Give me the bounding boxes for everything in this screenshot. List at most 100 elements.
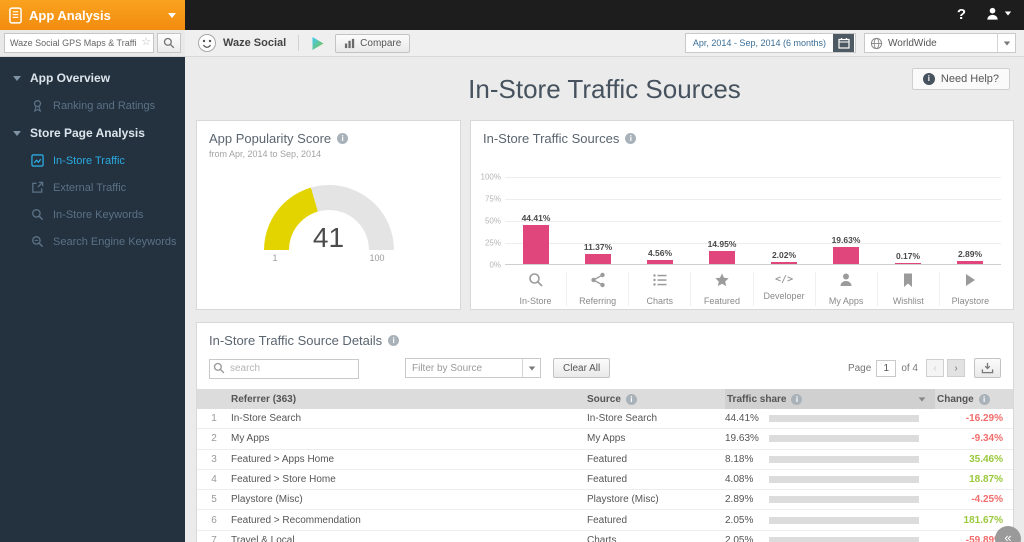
- traffic-share-cell: 8.18%: [725, 454, 935, 465]
- change-cell: 18.87%: [969, 474, 1003, 486]
- table-row[interactable]: 3 Featured > Apps Home Featured 8.18% 35…: [197, 449, 1013, 470]
- change-cell: 35.46%: [969, 453, 1003, 465]
- need-help-button[interactable]: Need Help?: [911, 68, 1010, 90]
- bar-my-apps[interactable]: [833, 246, 859, 264]
- info-icon: [922, 73, 935, 85]
- chevron-down-icon[interactable]: [997, 34, 1015, 52]
- category-featured: Featured: [690, 272, 752, 306]
- table-header: Referrer (363) Source Traffic share Chan…: [197, 389, 1013, 409]
- bar-value-label: 2.02%: [771, 250, 797, 261]
- sort-desc-icon[interactable]: [918, 396, 926, 402]
- category-label: Playstore: [951, 296, 990, 306]
- bar-referring[interactable]: [585, 254, 611, 264]
- referrer-header[interactable]: Referrer (363): [231, 394, 587, 405]
- compare-button[interactable]: Compare: [335, 33, 411, 53]
- app-search-input[interactable]: [4, 33, 154, 53]
- compare-label: Compare: [360, 37, 402, 49]
- y-axis-tick: 0%: [489, 260, 501, 270]
- traffic-details-panel: In-Store Traffic Source Details Filter b…: [196, 322, 1014, 542]
- table-row[interactable]: 5 Playstore (Misc) Playstore (Misc) 2.89…: [197, 490, 1013, 511]
- star-icon: [714, 272, 730, 293]
- sidebar-item-external-traffic[interactable]: External Traffic: [0, 174, 185, 201]
- brand-title: App Analysis: [29, 7, 111, 23]
- sidebar-item-search-engine-keywords[interactable]: Search Engine Keywords: [0, 228, 185, 255]
- page-title: In-Store Traffic Sources: [468, 74, 741, 104]
- share-bar-track: [769, 415, 919, 423]
- app-search-row: [0, 30, 185, 57]
- table-row[interactable]: 1 In-Store Search In-Store Search 44.41%…: [197, 409, 1013, 430]
- prev-page-button[interactable]: [926, 359, 944, 377]
- region-select[interactable]: WorldWide: [864, 33, 1016, 53]
- bar-value-label: 19.63%: [831, 234, 861, 245]
- traffic-share-header[interactable]: Traffic share: [725, 389, 935, 409]
- category-label: Referring: [579, 296, 617, 306]
- sidebar-item-in-store-keywords[interactable]: In-Store Keywords: [0, 201, 185, 228]
- row-number: 1: [211, 413, 217, 425]
- row-number: 2: [211, 433, 217, 445]
- source-header[interactable]: Source: [587, 393, 725, 405]
- analytics-icon: [31, 154, 44, 167]
- next-page-button[interactable]: [947, 359, 965, 377]
- app-search-box: [4, 33, 154, 53]
- row-number: 6: [211, 514, 217, 526]
- chevron-down-icon[interactable]: [522, 359, 540, 377]
- google-play-icon[interactable]: [311, 36, 325, 51]
- table-row[interactable]: 2 My Apps My Apps 19.63% -9.34%: [197, 429, 1013, 450]
- source-cell: Playstore (Misc): [587, 494, 659, 506]
- calendar-icon[interactable]: [833, 34, 854, 52]
- referring-icon: [590, 272, 606, 293]
- toolbar: Waze Social Compare Apr, 2014 - Sep, 201…: [185, 30, 1024, 57]
- bar-value-label: 14.95%: [707, 238, 737, 249]
- external-link-icon: [31, 181, 44, 194]
- filter-by-source-select[interactable]: Filter by Source: [405, 358, 541, 378]
- share-bar-track: [769, 516, 919, 524]
- bar-developer[interactable]: [771, 262, 797, 264]
- sidebar-section-app-overview[interactable]: App Overview: [0, 64, 185, 92]
- bar-value-label: 44.41%: [521, 212, 551, 223]
- row-number: 5: [211, 494, 217, 506]
- table-row[interactable]: 4 Featured > Store Home Featured 4.08% 1…: [197, 469, 1013, 491]
- user-icon: [985, 6, 1000, 21]
- code-icon: [775, 272, 793, 288]
- category-developer: Developer: [752, 272, 815, 306]
- info-icon[interactable]: [791, 393, 803, 405]
- bar-featured[interactable]: [709, 250, 735, 264]
- sidebar-section-store-page-analysis[interactable]: Store Page Analysis: [0, 119, 185, 147]
- clear-all-button[interactable]: Clear All: [553, 358, 611, 378]
- change-header[interactable]: Change: [935, 393, 1013, 405]
- app-analysis-menu[interactable]: App Analysis: [0, 0, 185, 30]
- table-row[interactable]: 6 Featured > Recommendation Featured 2.0…: [197, 510, 1013, 531]
- category-label: Charts: [646, 296, 674, 306]
- sidebar-item-ranking-ratings[interactable]: Ranking and Ratings: [0, 92, 185, 119]
- help-button[interactable]: ?: [957, 6, 966, 23]
- referrer-cell: In-Store Search: [231, 413, 302, 425]
- bar-playstore[interactable]: [957, 261, 983, 264]
- info-icon[interactable]: [388, 335, 400, 346]
- bar-in-store[interactable]: [523, 224, 549, 264]
- source-cell: Featured: [587, 474, 628, 486]
- bar-charts[interactable]: [647, 260, 673, 264]
- search-icon: [31, 208, 44, 221]
- person-icon: [838, 272, 854, 293]
- bar-value-label: 4.56%: [647, 248, 673, 258]
- divider: [298, 35, 300, 51]
- share-bar-track: [769, 496, 919, 504]
- info-icon[interactable]: [625, 393, 637, 405]
- export-button[interactable]: [974, 358, 1001, 378]
- details-search-input[interactable]: [209, 358, 359, 379]
- chevron-down-icon: [13, 75, 21, 81]
- traffic-sources-panel: In-Store Traffic Sources 100% 75% 50% 25…: [470, 120, 1014, 310]
- favorite-star-icon[interactable]: [141, 35, 151, 48]
- date-range-picker[interactable]: Apr, 2014 - Sep, 2014 (6 months): [684, 33, 856, 53]
- info-icon[interactable]: [337, 133, 349, 144]
- sidebar-item-in-store-traffic[interactable]: In-Store Traffic: [0, 147, 185, 174]
- page-input[interactable]: [876, 359, 897, 377]
- info-icon[interactable]: [625, 133, 637, 144]
- info-icon[interactable]: [978, 393, 990, 405]
- search-button[interactable]: [157, 33, 181, 53]
- bar-wishlist[interactable]: [895, 263, 921, 264]
- share-bar-track: [769, 455, 919, 463]
- user-menu-button[interactable]: [985, 6, 1012, 21]
- table-row[interactable]: 7 Travel & Local Charts 2.05% -59.89%: [197, 530, 1013, 542]
- change-cell: -16.29%: [965, 413, 1003, 425]
